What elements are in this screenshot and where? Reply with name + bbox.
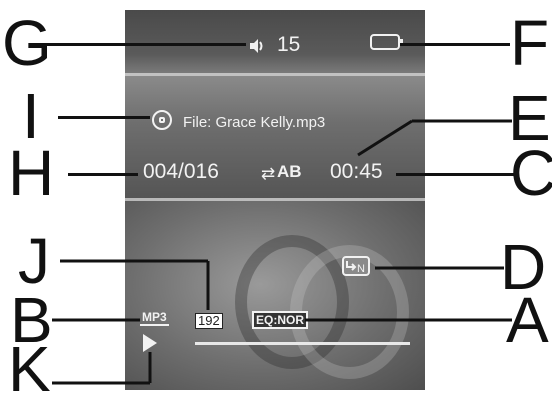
leader-e: [357, 119, 413, 157]
callout-h: H: [8, 137, 55, 209]
callout-a: A: [506, 284, 549, 356]
callout-c: C: [510, 137, 552, 209]
callout-f: F: [510, 7, 550, 79]
callout-k: K: [8, 333, 51, 405]
callout-g: G: [2, 7, 52, 79]
leader-lines-svg: [52, 119, 512, 385]
